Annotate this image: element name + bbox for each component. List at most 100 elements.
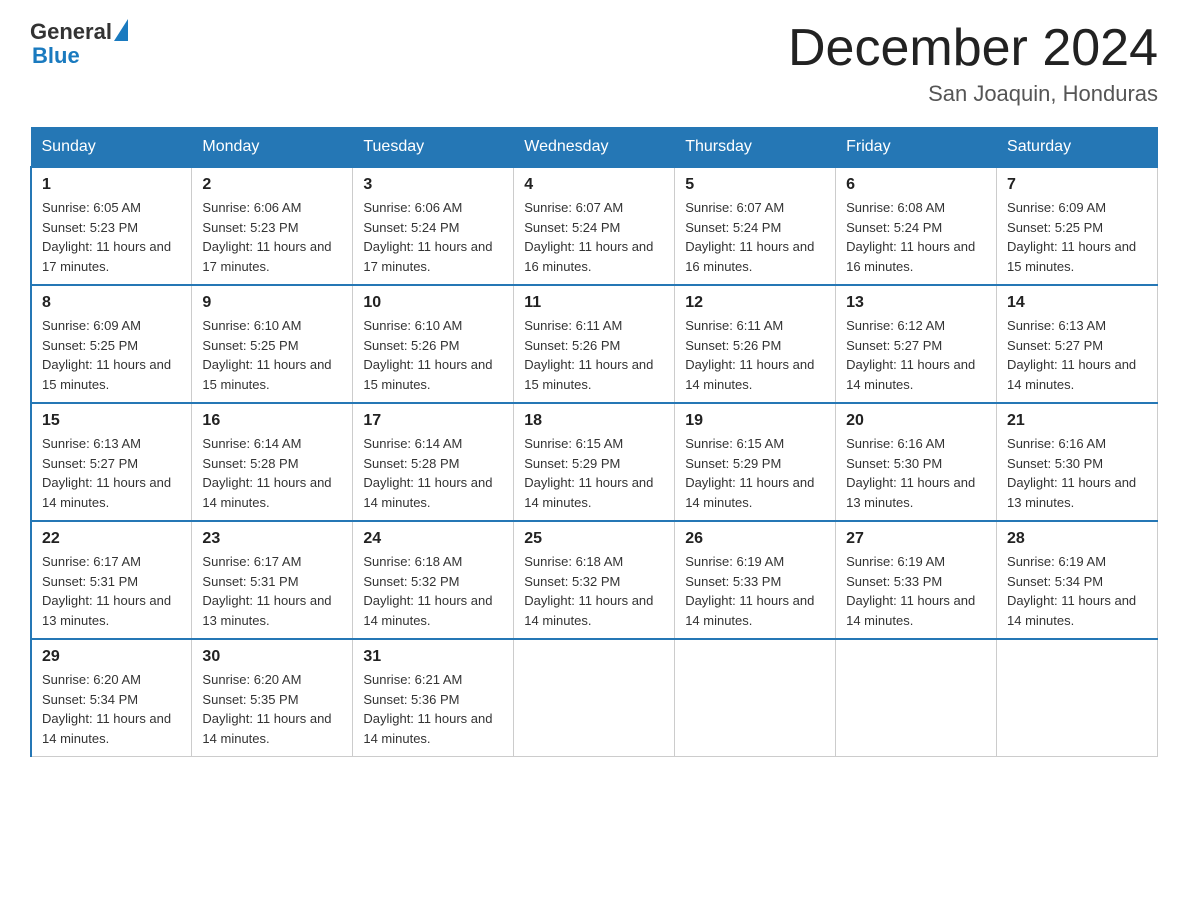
day-number: 6 <box>846 176 986 194</box>
day-info: Sunrise: 6:20 AM Sunset: 5:35 PM Dayligh… <box>202 670 342 748</box>
day-info: Sunrise: 6:07 AM Sunset: 5:24 PM Dayligh… <box>524 198 664 276</box>
day-info: Sunrise: 6:08 AM Sunset: 5:24 PM Dayligh… <box>846 198 986 276</box>
day-info: Sunrise: 6:11 AM Sunset: 5:26 PM Dayligh… <box>524 316 664 394</box>
calendar-cell: 8 Sunrise: 6:09 AM Sunset: 5:25 PM Dayli… <box>31 285 192 403</box>
calendar-cell: 17 Sunrise: 6:14 AM Sunset: 5:28 PM Dayl… <box>353 403 514 521</box>
calendar-cell: 27 Sunrise: 6:19 AM Sunset: 5:33 PM Dayl… <box>836 521 997 639</box>
day-number: 13 <box>846 294 986 312</box>
calendar-cell: 18 Sunrise: 6:15 AM Sunset: 5:29 PM Dayl… <box>514 403 675 521</box>
day-number: 11 <box>524 294 664 312</box>
calendar-cell: 9 Sunrise: 6:10 AM Sunset: 5:25 PM Dayli… <box>192 285 353 403</box>
calendar-cell: 29 Sunrise: 6:20 AM Sunset: 5:34 PM Dayl… <box>31 639 192 757</box>
calendar-cell: 12 Sunrise: 6:11 AM Sunset: 5:26 PM Dayl… <box>675 285 836 403</box>
day-info: Sunrise: 6:17 AM Sunset: 5:31 PM Dayligh… <box>42 552 181 630</box>
day-info: Sunrise: 6:16 AM Sunset: 5:30 PM Dayligh… <box>1007 434 1147 512</box>
calendar-cell: 5 Sunrise: 6:07 AM Sunset: 5:24 PM Dayli… <box>675 167 836 285</box>
day-info: Sunrise: 6:10 AM Sunset: 5:26 PM Dayligh… <box>363 316 503 394</box>
day-info: Sunrise: 6:20 AM Sunset: 5:34 PM Dayligh… <box>42 670 181 748</box>
day-number: 9 <box>202 294 342 312</box>
day-number: 28 <box>1007 530 1147 548</box>
col-wednesday: Wednesday <box>514 128 675 168</box>
calendar-cell: 23 Sunrise: 6:17 AM Sunset: 5:31 PM Dayl… <box>192 521 353 639</box>
day-info: Sunrise: 6:09 AM Sunset: 5:25 PM Dayligh… <box>42 316 181 394</box>
day-info: Sunrise: 6:14 AM Sunset: 5:28 PM Dayligh… <box>202 434 342 512</box>
calendar-cell <box>514 639 675 757</box>
col-thursday: Thursday <box>675 128 836 168</box>
calendar-week-3: 15 Sunrise: 6:13 AM Sunset: 5:27 PM Dayl… <box>31 403 1158 521</box>
day-info: Sunrise: 6:16 AM Sunset: 5:30 PM Dayligh… <box>846 434 986 512</box>
calendar-cell: 6 Sunrise: 6:08 AM Sunset: 5:24 PM Dayli… <box>836 167 997 285</box>
logo-triangle-icon <box>114 19 128 41</box>
day-info: Sunrise: 6:19 AM Sunset: 5:34 PM Dayligh… <box>1007 552 1147 630</box>
location-subtitle: San Joaquin, Honduras <box>788 81 1158 107</box>
day-number: 29 <box>42 648 181 666</box>
calendar-cell: 7 Sunrise: 6:09 AM Sunset: 5:25 PM Dayli… <box>997 167 1158 285</box>
calendar-cell: 20 Sunrise: 6:16 AM Sunset: 5:30 PM Dayl… <box>836 403 997 521</box>
day-info: Sunrise: 6:13 AM Sunset: 5:27 PM Dayligh… <box>1007 316 1147 394</box>
day-info: Sunrise: 6:15 AM Sunset: 5:29 PM Dayligh… <box>685 434 825 512</box>
day-number: 30 <box>202 648 342 666</box>
calendar-cell: 14 Sunrise: 6:13 AM Sunset: 5:27 PM Dayl… <box>997 285 1158 403</box>
day-number: 2 <box>202 176 342 194</box>
day-info: Sunrise: 6:09 AM Sunset: 5:25 PM Dayligh… <box>1007 198 1147 276</box>
calendar-week-2: 8 Sunrise: 6:09 AM Sunset: 5:25 PM Dayli… <box>31 285 1158 403</box>
day-number: 31 <box>363 648 503 666</box>
header-row: Sunday Monday Tuesday Wednesday Thursday… <box>31 128 1158 168</box>
day-info: Sunrise: 6:19 AM Sunset: 5:33 PM Dayligh… <box>685 552 825 630</box>
day-number: 4 <box>524 176 664 194</box>
day-info: Sunrise: 6:18 AM Sunset: 5:32 PM Dayligh… <box>363 552 503 630</box>
day-number: 18 <box>524 412 664 430</box>
calendar-cell: 4 Sunrise: 6:07 AM Sunset: 5:24 PM Dayli… <box>514 167 675 285</box>
logo: General Blue <box>30 20 128 68</box>
day-info: Sunrise: 6:19 AM Sunset: 5:33 PM Dayligh… <box>846 552 986 630</box>
col-sunday: Sunday <box>31 128 192 168</box>
day-info: Sunrise: 6:12 AM Sunset: 5:27 PM Dayligh… <box>846 316 986 394</box>
day-info: Sunrise: 6:13 AM Sunset: 5:27 PM Dayligh… <box>42 434 181 512</box>
calendar-cell: 25 Sunrise: 6:18 AM Sunset: 5:32 PM Dayl… <box>514 521 675 639</box>
month-title: December 2024 <box>788 20 1158 77</box>
calendar-cell: 30 Sunrise: 6:20 AM Sunset: 5:35 PM Dayl… <box>192 639 353 757</box>
day-number: 20 <box>846 412 986 430</box>
day-number: 19 <box>685 412 825 430</box>
calendar-cell <box>675 639 836 757</box>
day-info: Sunrise: 6:10 AM Sunset: 5:25 PM Dayligh… <box>202 316 342 394</box>
day-info: Sunrise: 6:06 AM Sunset: 5:23 PM Dayligh… <box>202 198 342 276</box>
col-saturday: Saturday <box>997 128 1158 168</box>
calendar-cell: 3 Sunrise: 6:06 AM Sunset: 5:24 PM Dayli… <box>353 167 514 285</box>
day-info: Sunrise: 6:05 AM Sunset: 5:23 PM Dayligh… <box>42 198 181 276</box>
day-number: 26 <box>685 530 825 548</box>
calendar-cell: 24 Sunrise: 6:18 AM Sunset: 5:32 PM Dayl… <box>353 521 514 639</box>
calendar-cell: 19 Sunrise: 6:15 AM Sunset: 5:29 PM Dayl… <box>675 403 836 521</box>
day-info: Sunrise: 6:17 AM Sunset: 5:31 PM Dayligh… <box>202 552 342 630</box>
day-number: 17 <box>363 412 503 430</box>
calendar-cell: 31 Sunrise: 6:21 AM Sunset: 5:36 PM Dayl… <box>353 639 514 757</box>
calendar-cell: 11 Sunrise: 6:11 AM Sunset: 5:26 PM Dayl… <box>514 285 675 403</box>
calendar-week-5: 29 Sunrise: 6:20 AM Sunset: 5:34 PM Dayl… <box>31 639 1158 757</box>
calendar-cell: 21 Sunrise: 6:16 AM Sunset: 5:30 PM Dayl… <box>997 403 1158 521</box>
day-info: Sunrise: 6:18 AM Sunset: 5:32 PM Dayligh… <box>524 552 664 630</box>
calendar-cell: 1 Sunrise: 6:05 AM Sunset: 5:23 PM Dayli… <box>31 167 192 285</box>
logo-general-text: General <box>30 20 112 44</box>
calendar-cell: 10 Sunrise: 6:10 AM Sunset: 5:26 PM Dayl… <box>353 285 514 403</box>
day-number: 21 <box>1007 412 1147 430</box>
title-area: December 2024 San Joaquin, Honduras <box>788 20 1158 107</box>
calendar-cell: 22 Sunrise: 6:17 AM Sunset: 5:31 PM Dayl… <box>31 521 192 639</box>
day-number: 15 <box>42 412 181 430</box>
day-number: 14 <box>1007 294 1147 312</box>
calendar-week-4: 22 Sunrise: 6:17 AM Sunset: 5:31 PM Dayl… <box>31 521 1158 639</box>
calendar-cell: 16 Sunrise: 6:14 AM Sunset: 5:28 PM Dayl… <box>192 403 353 521</box>
calendar-week-1: 1 Sunrise: 6:05 AM Sunset: 5:23 PM Dayli… <box>31 167 1158 285</box>
day-number: 24 <box>363 530 503 548</box>
calendar-cell: 26 Sunrise: 6:19 AM Sunset: 5:33 PM Dayl… <box>675 521 836 639</box>
day-number: 8 <box>42 294 181 312</box>
day-number: 23 <box>202 530 342 548</box>
calendar-cell <box>997 639 1158 757</box>
day-number: 25 <box>524 530 664 548</box>
day-number: 16 <box>202 412 342 430</box>
calendar-table: Sunday Monday Tuesday Wednesday Thursday… <box>30 127 1158 757</box>
day-info: Sunrise: 6:07 AM Sunset: 5:24 PM Dayligh… <box>685 198 825 276</box>
day-info: Sunrise: 6:14 AM Sunset: 5:28 PM Dayligh… <box>363 434 503 512</box>
day-info: Sunrise: 6:11 AM Sunset: 5:26 PM Dayligh… <box>685 316 825 394</box>
page-header: General Blue December 2024 San Joaquin, … <box>30 20 1158 107</box>
day-number: 10 <box>363 294 503 312</box>
